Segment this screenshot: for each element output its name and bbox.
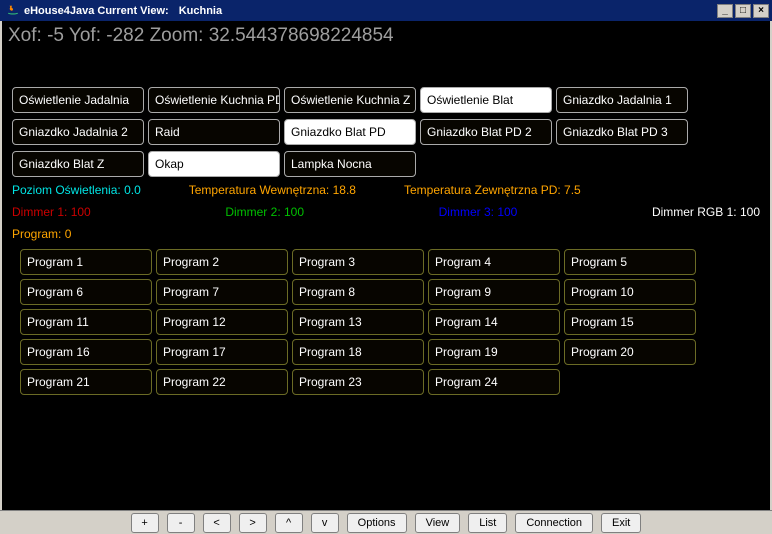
dimmer-row: Dimmer 1: 100 Dimmer 2: 100 Dimmer 3: 10… bbox=[2, 203, 770, 227]
program-button[interactable]: Program 23 bbox=[292, 369, 424, 395]
dimmer-rgb: Dimmer RGB 1: 100 bbox=[652, 205, 760, 219]
window-close-button[interactable]: × bbox=[753, 4, 769, 18]
device-button[interactable]: Gniazdko Blat PD 2 bbox=[420, 119, 552, 145]
program-current: Program: 0 bbox=[2, 227, 770, 247]
options-button[interactable]: Options bbox=[347, 513, 407, 533]
program-button[interactable]: Program 11 bbox=[20, 309, 152, 335]
program-button[interactable]: Program 9 bbox=[428, 279, 560, 305]
program-button[interactable]: Program 5 bbox=[564, 249, 696, 275]
status-row: Poziom Oświetlenia: 0.0 Temperatura Wewn… bbox=[2, 179, 770, 203]
program-grid: Program 1Program 2Program 3Program 4Prog… bbox=[2, 247, 770, 397]
zoom-out-button[interactable]: - bbox=[167, 513, 195, 533]
status-temp-in: Temperatura Wewnętrzna: 18.8 bbox=[189, 183, 356, 197]
program-button[interactable]: Program 19 bbox=[428, 339, 560, 365]
window-title-view: Kuchnia bbox=[179, 5, 222, 17]
app-canvas: Xof: -5 Yof: -282 Zoom: 32.5443786982248… bbox=[0, 21, 772, 510]
coord-xof: -5 bbox=[47, 25, 64, 46]
program-button[interactable]: Program 6 bbox=[20, 279, 152, 305]
program-button[interactable]: Program 13 bbox=[292, 309, 424, 335]
dimmer-2: Dimmer 2: 100 bbox=[225, 205, 438, 219]
program-button[interactable]: Program 8 bbox=[292, 279, 424, 305]
program-button[interactable]: Program 17 bbox=[156, 339, 288, 365]
coord-zoom: 32.544378698224854 bbox=[209, 25, 394, 46]
device-button[interactable]: Okap bbox=[148, 151, 280, 177]
program-button[interactable]: Program 22 bbox=[156, 369, 288, 395]
status-light-level: Poziom Oświetlenia: 0.0 bbox=[12, 183, 141, 197]
device-button[interactable]: Oświetlenie Jadalnia bbox=[12, 87, 144, 113]
dimmer-3: Dimmer 3: 100 bbox=[439, 205, 652, 219]
device-button[interactable]: Gniazdko Blat PD bbox=[284, 119, 416, 145]
program-button[interactable]: Program 3 bbox=[292, 249, 424, 275]
java-icon bbox=[6, 4, 20, 18]
window-titlebar: eHouse4Java Current View: Kuchnia _ □ × bbox=[0, 0, 772, 21]
program-button[interactable]: Program 7 bbox=[156, 279, 288, 305]
program-button[interactable]: Program 2 bbox=[156, 249, 288, 275]
window-minimize-button[interactable]: _ bbox=[717, 4, 733, 18]
program-button[interactable]: Program 21 bbox=[20, 369, 152, 395]
program-button[interactable]: Program 14 bbox=[428, 309, 560, 335]
program-button[interactable]: Program 10 bbox=[564, 279, 696, 305]
program-button[interactable]: Program 4 bbox=[428, 249, 560, 275]
program-button[interactable]: Program 18 bbox=[292, 339, 424, 365]
device-grid: Oświetlenie JadalniaOświetlenie Kuchnia … bbox=[2, 85, 770, 179]
status-temp-out: Temperatura Zewnętrzna PD: 7.5 bbox=[404, 183, 581, 197]
device-button[interactable]: Gniazdko Jadalnia 2 bbox=[12, 119, 144, 145]
program-button[interactable]: Program 24 bbox=[428, 369, 560, 395]
connection-button[interactable]: Connection bbox=[515, 513, 593, 533]
list-button[interactable]: List bbox=[468, 513, 507, 533]
window-title-app: eHouse4Java Current View: bbox=[24, 5, 169, 17]
program-button[interactable]: Program 15 bbox=[564, 309, 696, 335]
device-button[interactable]: Gniazdko Blat PD 3 bbox=[556, 119, 688, 145]
pan-up-button[interactable]: ^ bbox=[275, 513, 303, 533]
dimmer-1: Dimmer 1: 100 bbox=[12, 205, 225, 219]
pan-right-button[interactable]: > bbox=[239, 513, 267, 533]
device-button[interactable]: Oświetlenie Kuchnia Z bbox=[284, 87, 416, 113]
pan-left-button[interactable]: < bbox=[203, 513, 231, 533]
device-button[interactable]: Lampka Nocna bbox=[284, 151, 416, 177]
pan-down-button[interactable]: v bbox=[311, 513, 339, 533]
device-button[interactable]: Gniazdko Jadalnia 1 bbox=[556, 87, 688, 113]
bottom-toolbar: + - < > ^ v Options View List Connection… bbox=[0, 510, 772, 534]
zoom-in-button[interactable]: + bbox=[131, 513, 159, 533]
program-button[interactable]: Program 16 bbox=[20, 339, 152, 365]
coord-yof: -282 bbox=[106, 25, 144, 46]
exit-button[interactable]: Exit bbox=[601, 513, 641, 533]
window-maximize-button[interactable]: □ bbox=[735, 4, 751, 18]
program-button[interactable]: Program 12 bbox=[156, 309, 288, 335]
device-button[interactable]: Oświetlenie Kuchnia PD bbox=[148, 87, 280, 113]
device-button[interactable]: Raid bbox=[148, 119, 280, 145]
view-button[interactable]: View bbox=[415, 513, 461, 533]
program-button[interactable]: Program 1 bbox=[20, 249, 152, 275]
device-button[interactable]: Gniazdko Blat Z bbox=[12, 151, 144, 177]
device-button[interactable]: Oświetlenie Blat bbox=[420, 87, 552, 113]
viewport-coords: Xof: -5 Yof: -282 Zoom: 32.5443786982248… bbox=[2, 21, 770, 51]
program-button[interactable]: Program 20 bbox=[564, 339, 696, 365]
